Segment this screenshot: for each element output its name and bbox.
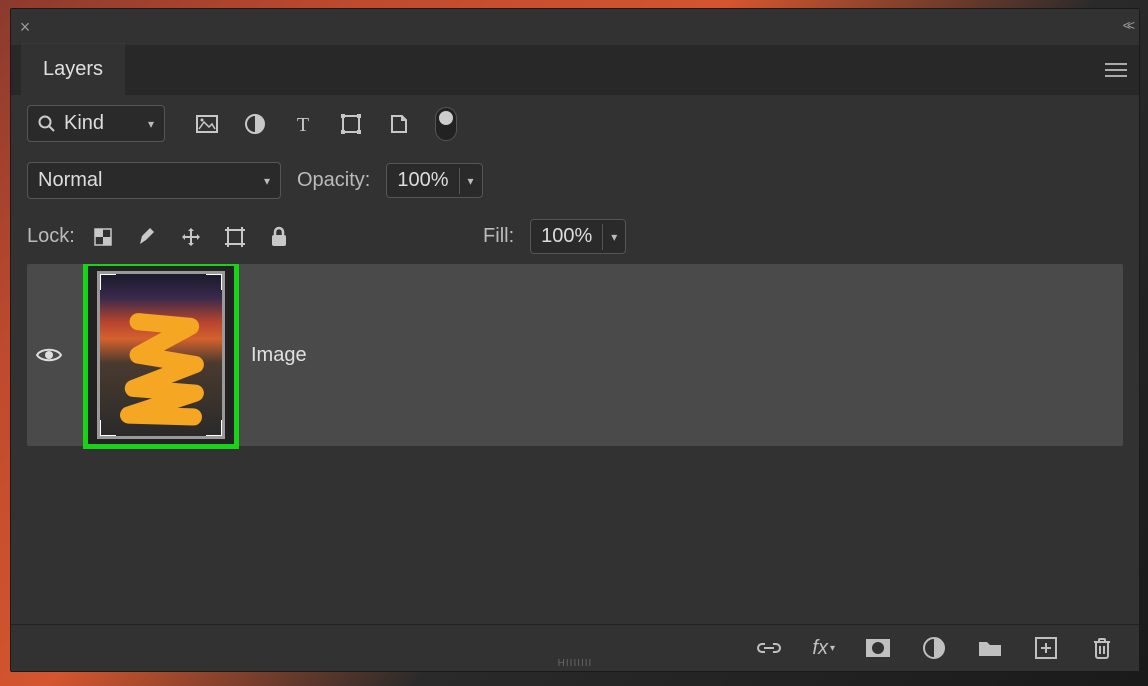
filter-type-icons: T [195,107,457,141]
fill-value: 100% [531,220,602,253]
lock-pixels-icon[interactable] [135,225,159,249]
filter-smartobject-icon[interactable] [387,112,411,136]
layers-list: Image [11,264,1139,624]
filter-shape-icon[interactable] [339,112,363,136]
layer-row[interactable]: Image [27,264,1123,446]
filter-row: Kind ▾ T [11,95,1139,152]
delete-layer-icon[interactable] [1089,635,1115,661]
opacity-label: Opacity: [297,169,370,192]
filter-kind-label: Kind [64,112,140,135]
filter-kind-dropdown[interactable]: Kind ▾ [27,105,165,142]
layers-panel: × << Layers Kind ▾ T [10,8,1140,672]
filter-toggle[interactable] [435,107,457,141]
scribble-icon [100,274,222,434]
layer-name[interactable]: Image [251,344,307,367]
lock-icons [91,225,291,249]
lock-position-icon[interactable] [179,225,203,249]
link-layers-icon[interactable] [756,635,782,661]
panel-menu-icon[interactable] [1105,61,1127,79]
layer-thumbnail[interactable] [83,264,239,449]
chevron-down-icon: ▾ [148,117,154,131]
close-icon[interactable]: × [11,17,39,38]
layer-fx-icon[interactable]: fx▾ [812,637,835,660]
lock-transparency-icon[interactable] [91,225,115,249]
filter-adjustment-icon[interactable] [243,112,267,136]
filter-type-icon[interactable]: T [291,112,315,136]
lock-label: Lock: [27,225,75,248]
fill-input[interactable]: 100% ▾ [530,219,626,254]
blend-mode-label: Normal [38,169,254,192]
chevron-down-icon[interactable]: ▾ [602,224,625,250]
new-layer-icon[interactable] [1033,635,1059,661]
fill-label: Fill: [483,225,514,248]
panel-header: × << [11,9,1139,45]
resize-grip[interactable]: HIIIIIII [558,658,593,669]
tab-layers[interactable]: Layers [21,43,125,95]
add-mask-icon[interactable] [865,635,891,661]
chevron-down-icon[interactable]: ▾ [459,168,482,194]
filter-pixel-icon[interactable] [195,112,219,136]
new-group-icon[interactable] [977,635,1003,661]
lock-row: Lock: Fill: 100% ▾ [11,209,1139,264]
adjustment-layer-icon[interactable] [921,635,947,661]
blend-row: Normal ▾ Opacity: 100% ▾ [11,152,1139,209]
lock-artboard-icon[interactable] [223,225,247,249]
opacity-value: 100% [387,164,458,197]
blend-mode-dropdown[interactable]: Normal ▾ [27,162,281,199]
lock-all-icon[interactable] [267,225,291,249]
opacity-input[interactable]: 100% ▾ [386,163,482,198]
visibility-eye-icon[interactable] [27,345,71,365]
collapse-icon[interactable]: << [1123,17,1131,33]
svg-text:T: T [297,114,309,134]
search-icon [38,115,56,133]
tab-bar: Layers [11,45,1139,95]
chevron-down-icon: ▾ [264,174,270,188]
